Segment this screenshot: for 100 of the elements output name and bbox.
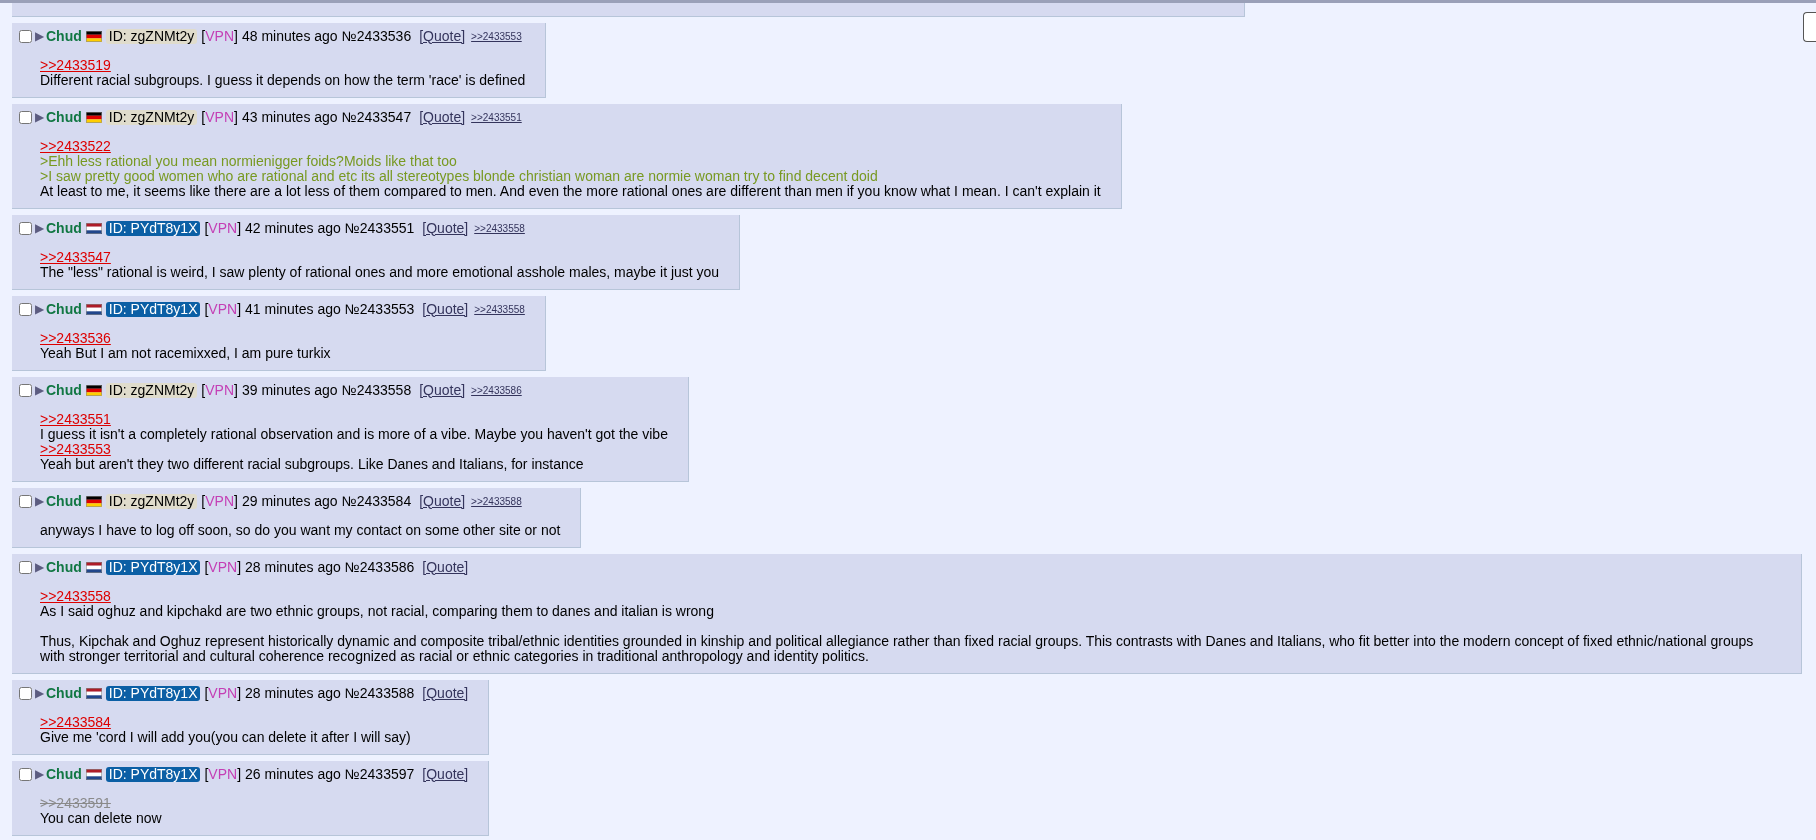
poster-id[interactable]: ID: PYdT8y1X xyxy=(105,685,201,701)
post-number[interactable]: №2433558 xyxy=(341,382,412,398)
quote-link[interactable]: [Quote] xyxy=(419,28,466,44)
post-text: Yeah but aren't they two different racial subgroups. Like Danes and Italians, for instance xyxy=(40,457,584,472)
quote-link[interactable]: [Quote] xyxy=(422,301,469,317)
backlink[interactable]: >>2433553 xyxy=(471,28,522,44)
vpn-tag: [VPN] xyxy=(201,109,238,125)
post-time: 48 minutes ago xyxy=(241,28,338,44)
post-checkbox[interactable] xyxy=(19,383,32,397)
post-number[interactable]: №2433547 xyxy=(341,109,412,125)
quote-link[interactable]: [Quote] xyxy=(419,493,466,509)
vpn-tag: [VPN] xyxy=(204,220,242,236)
greentext-line: >I saw pretty good women who are rational and etc its all stereotypes blonde christian woman are normie woman try to find decent doid xyxy=(40,169,878,184)
post-text: Give me 'cord I will add you(you can delete it after I will say) xyxy=(40,730,411,745)
post-text: I guess it isn't a completely rational observation and is more of a vibe. Maybe you haven't got the vibe xyxy=(40,427,668,442)
expand-arrow[interactable]: ▶ xyxy=(35,559,44,575)
greentext-line: >Ehh less rational you mean normienigger foids?Moids like that too xyxy=(40,154,457,169)
post-text: Different racial subgroups. I guess it depends on how the term 'race' is defined xyxy=(40,73,526,88)
poster-name: Chud xyxy=(46,382,82,398)
expand-arrow[interactable]: ▶ xyxy=(35,685,44,701)
post-time: 43 minutes ago xyxy=(241,109,338,125)
reply-link[interactable]: >>2433584 xyxy=(40,715,111,730)
post-number[interactable]: №2433551 xyxy=(344,220,415,236)
expand-arrow[interactable]: ▶ xyxy=(35,493,44,509)
backlink[interactable]: >>2433588 xyxy=(471,493,522,509)
post-text: The "less" rational is weird, I saw plenty of rational ones and more emotional asshole males, maybe it just you xyxy=(40,265,720,280)
poster-id[interactable]: ID: zgZNMt2y xyxy=(105,493,198,509)
poster-name: Chud xyxy=(46,766,82,782)
vpn-tag: [VPN] xyxy=(204,685,242,701)
backlink[interactable]: >>2433551 xyxy=(471,109,522,125)
poster-id[interactable]: ID: PYdT8y1X xyxy=(105,220,201,236)
post-checkbox[interactable] xyxy=(19,494,32,508)
poster-id[interactable]: ID: PYdT8y1X xyxy=(105,559,201,575)
quote-link[interactable]: [Quote] xyxy=(422,766,469,782)
poster-name: Chud xyxy=(46,301,82,317)
quote-link[interactable]: [Quote] xyxy=(419,109,466,125)
backlink[interactable]: >>2433558 xyxy=(474,301,525,317)
expand-arrow[interactable]: ▶ xyxy=(35,220,44,236)
post-number[interactable]: №2433536 xyxy=(341,28,412,44)
backlink[interactable]: >>2433586 xyxy=(471,382,522,398)
poster-id[interactable]: ID: PYdT8y1X xyxy=(105,301,201,317)
expand-arrow[interactable]: ▶ xyxy=(35,109,44,125)
quote-link[interactable]: [Quote] xyxy=(419,382,466,398)
expand-arrow[interactable]: ▶ xyxy=(35,301,44,317)
post-number[interactable]: №2433584 xyxy=(341,493,412,509)
vpn-tag: [VPN] xyxy=(204,559,242,575)
reply-link[interactable]: >>2433558 xyxy=(40,589,111,604)
post-checkbox[interactable] xyxy=(19,686,32,700)
poster-name: Chud xyxy=(46,28,82,44)
post-number[interactable]: №2433597 xyxy=(344,766,415,782)
post-text: As I said oghuz and kipchakd are two ethnic groups, not racial, comparing them to danes and italian is wrong xyxy=(40,604,714,619)
quote-link[interactable]: [Quote] xyxy=(422,220,469,236)
poster-name: Chud xyxy=(46,559,82,575)
post-time: 28 minutes ago xyxy=(245,559,341,575)
poster-name: Chud xyxy=(46,493,82,509)
post-text: You can delete now xyxy=(40,811,162,826)
poster-id[interactable]: ID: zgZNMt2y xyxy=(105,382,198,398)
poster-id[interactable]: ID: zgZNMt2y xyxy=(105,28,198,44)
reply-link[interactable]: >>2433553 xyxy=(40,442,111,457)
post-time: 26 minutes ago xyxy=(245,766,341,782)
post-number[interactable]: №2433588 xyxy=(344,685,415,701)
post-checkbox[interactable] xyxy=(19,560,32,574)
reply-link[interactable]: >>2433522 xyxy=(40,139,111,154)
poster-name: Chud xyxy=(46,109,82,125)
reply-link[interactable]: >>2433536 xyxy=(40,331,111,346)
quote-link[interactable]: [Quote] xyxy=(422,685,469,701)
quote-link[interactable]: [Quote] xyxy=(422,559,469,575)
post-text: Thus, Kipchak and Oghuz represent historically dynamic and composite tribal/ethnic identities grounded in kinship and political allegiance rather than fixed racial groups. This contrasts with Danes and Italians, who fit better into the modern concept of fixed ethnic/national groups with stronger territorial and cultural coherence recognized as racial or ethnic categories in traditional anthropology and identity politics. xyxy=(40,634,1755,664)
expand-arrow[interactable]: ▶ xyxy=(35,28,44,44)
post-checkbox[interactable] xyxy=(19,302,32,316)
post-number[interactable]: №2433553 xyxy=(344,301,415,317)
post-text: anyways I have to log off soon, so do you want my contact on some other site or not xyxy=(40,523,561,538)
expand-arrow[interactable]: ▶ xyxy=(35,382,44,398)
poster-name: Chud xyxy=(46,220,82,236)
vpn-tag: [VPN] xyxy=(201,382,238,398)
reply-link[interactable]: >>2433519 xyxy=(40,58,111,73)
post-checkbox[interactable] xyxy=(19,110,32,124)
vpn-tag: [VPN] xyxy=(201,28,238,44)
reply-link[interactable]: >>2433547 xyxy=(40,250,111,265)
poster-id[interactable]: ID: PYdT8y1X xyxy=(105,766,201,782)
post-time: 41 minutes ago xyxy=(245,301,341,317)
poster-id[interactable]: ID: zgZNMt2y xyxy=(105,109,198,125)
backlink[interactable]: >>2433558 xyxy=(474,220,525,236)
side-button[interactable] xyxy=(1803,12,1816,42)
post-text: Yeah But I am not racemixxed, I am pure turkix xyxy=(40,346,331,361)
poster-name: Chud xyxy=(46,685,82,701)
vpn-tag: [VPN] xyxy=(204,766,242,782)
post-time: 39 minutes ago xyxy=(241,382,338,398)
post-checkbox[interactable] xyxy=(19,767,32,781)
post-text: At least to me, it seems like there are a lot less of them compared to men. And even the more rational ones are different than men if you know what I mean. I can't explain it xyxy=(40,184,1101,199)
post-number[interactable]: №2433586 xyxy=(344,559,415,575)
expand-arrow[interactable]: ▶ xyxy=(35,766,44,782)
post-time: 28 minutes ago xyxy=(245,685,341,701)
post-checkbox[interactable] xyxy=(19,29,32,43)
reply-link[interactable]: >>2433551 xyxy=(40,412,111,427)
post-checkbox[interactable] xyxy=(19,221,32,235)
post-time: 29 minutes ago xyxy=(241,493,338,509)
vpn-tag: [VPN] xyxy=(201,493,238,509)
vpn-tag: [VPN] xyxy=(204,301,242,317)
post-time: 42 minutes ago xyxy=(245,220,341,236)
